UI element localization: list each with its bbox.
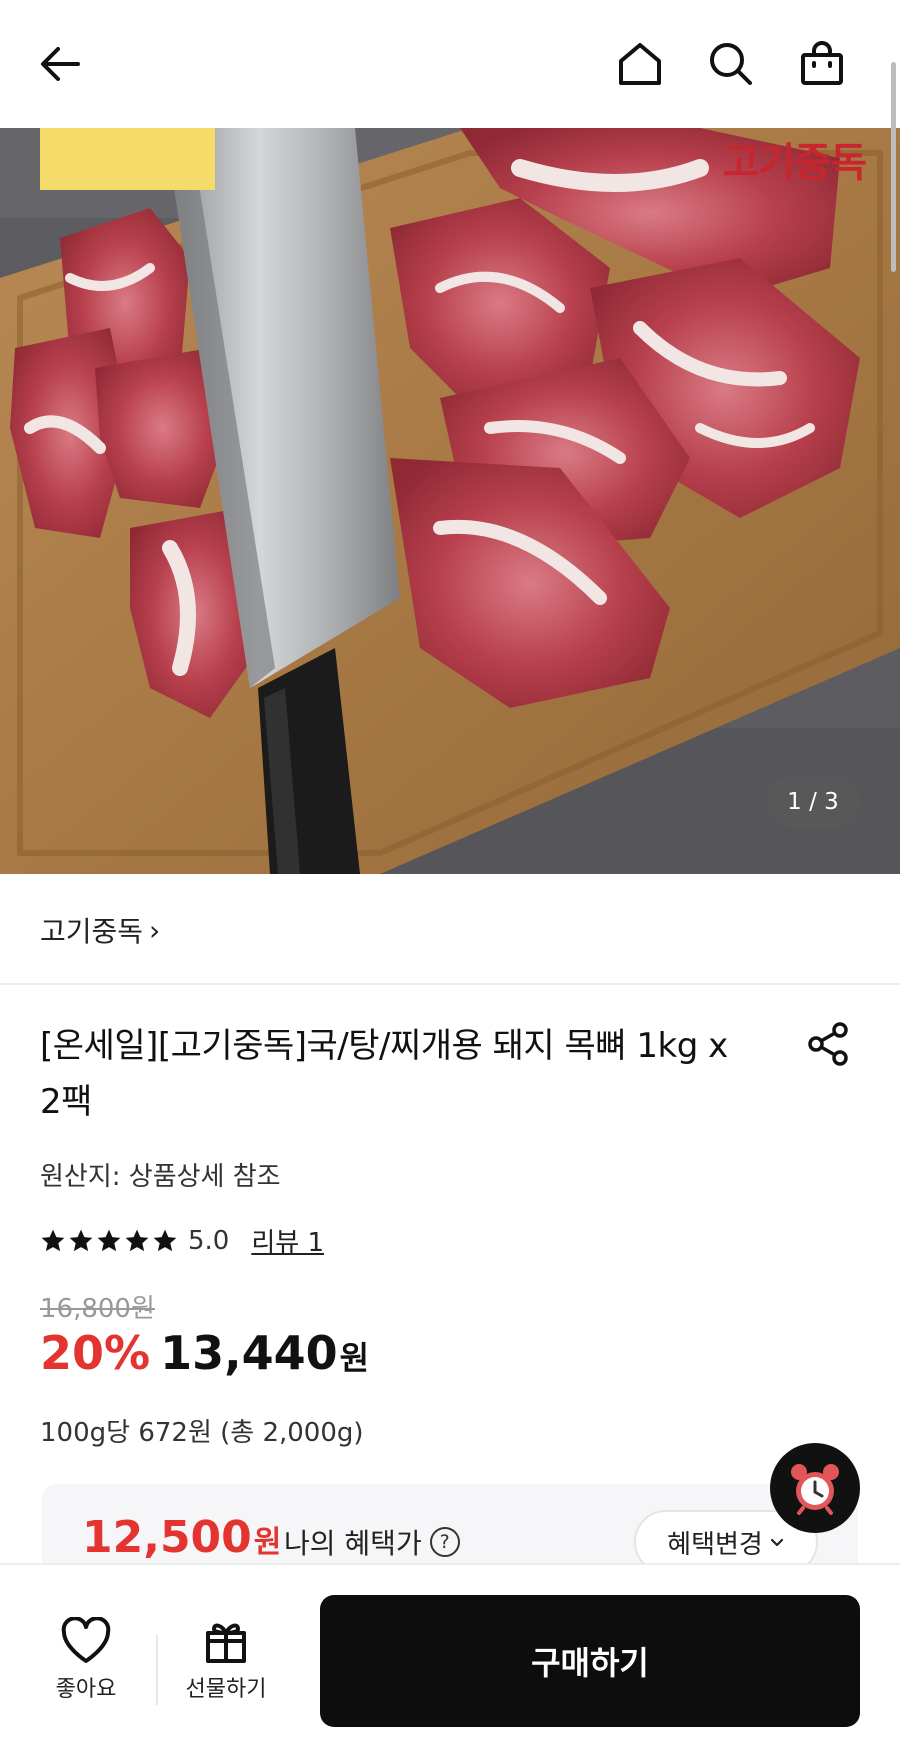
rating-row: 5.0 리뷰 1 xyxy=(40,1222,324,1259)
star-icon xyxy=(97,1229,121,1251)
product-image-carousel[interactable]: 고기중독 1 / 3 xyxy=(0,128,900,874)
back-button[interactable] xyxy=(26,30,94,98)
heart-icon xyxy=(61,1617,111,1663)
home-icon xyxy=(619,43,661,85)
price-row: 20% 13,440 원 xyxy=(40,1326,369,1380)
chevron-right-icon: › xyxy=(149,913,161,947)
change-benefit-label: 혜택변경 xyxy=(667,1529,763,1560)
top-app-bar xyxy=(0,0,900,128)
store-link[interactable]: 고기중독 › xyxy=(40,910,160,950)
star-rating xyxy=(40,1228,178,1254)
sale-price-unit: 원 xyxy=(339,1339,370,1377)
benefit-price-unit: 원 xyxy=(253,1525,282,1560)
benefit-price-value: 12,500 xyxy=(82,1512,252,1563)
alarm-clock-icon xyxy=(791,1464,839,1515)
help-icon[interactable]: ? xyxy=(429,1527,460,1557)
rating-value: 5.0 xyxy=(188,1225,230,1256)
share-button[interactable] xyxy=(800,1016,856,1072)
gift-label: 선물하기 xyxy=(185,1677,267,1702)
like-button[interactable]: 좋아요 xyxy=(44,1617,128,1703)
gift-button[interactable]: 선물하기 xyxy=(180,1617,272,1703)
review-link[interactable]: 리뷰 1 xyxy=(251,1222,324,1259)
image-counter: 1 / 3 xyxy=(766,776,860,828)
promo-tag xyxy=(40,128,215,190)
shopping-bag-icon xyxy=(801,41,843,85)
like-label: 좋아요 xyxy=(55,1677,117,1702)
scrollbar[interactable] xyxy=(891,62,896,272)
benefit-label-text: 나의 혜택가 xyxy=(284,1527,422,1560)
store-name: 고기중독 xyxy=(40,915,144,948)
section-divider xyxy=(0,983,900,985)
star-icon xyxy=(69,1229,93,1251)
bottom-action-bar: 좋아요 선물하기 구매하기 xyxy=(0,1563,900,1756)
search-button[interactable] xyxy=(697,30,765,98)
star-icon xyxy=(41,1229,65,1251)
buy-button[interactable]: 구매하기 xyxy=(320,1595,860,1727)
search-icon xyxy=(710,43,752,85)
product-photo xyxy=(0,128,900,874)
unit-price: 100g당 672원 (총 2,000g) xyxy=(40,1418,364,1448)
sale-price: 13,440 xyxy=(160,1326,338,1380)
benefit-label: 나의 혜택가 ? xyxy=(284,1522,460,1562)
original-price: 16,800원 xyxy=(40,1294,155,1324)
benefit-price: 12,500 원 xyxy=(82,1512,281,1563)
origin-info: 원산지: 상품상세 참조 xyxy=(40,1162,281,1192)
cart-button[interactable] xyxy=(788,30,856,98)
product-title: [온세일][고기중독]국/탕/찌개용 돼지 목뼈 1kg x 2팩 xyxy=(40,1026,728,1122)
discount-rate: 20% xyxy=(40,1326,151,1380)
arrow-left-icon xyxy=(41,47,80,81)
gift-icon xyxy=(206,1623,246,1663)
alarm-clock-button[interactable] xyxy=(770,1443,860,1533)
brand-watermark: 고기중독 xyxy=(722,140,867,186)
chevron-down-icon xyxy=(770,1538,783,1547)
home-button[interactable] xyxy=(606,30,674,98)
share-icon xyxy=(808,1022,848,1066)
bottom-bar-separator xyxy=(156,1635,158,1705)
star-icon xyxy=(125,1229,149,1251)
star-icon xyxy=(153,1229,177,1251)
